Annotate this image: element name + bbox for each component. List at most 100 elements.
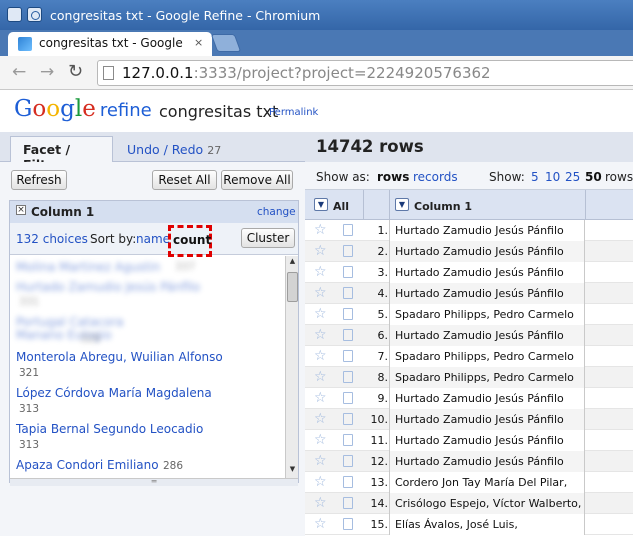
facet-choice[interactable]: Hurtado Zamudio Jesús Pánfilo [16,280,200,294]
flag-icon[interactable] [343,413,353,425]
flag-icon[interactable] [343,371,353,383]
column1-cell[interactable]: Cordero Jon Tay María Del Pilar, [389,472,585,493]
column1-cell[interactable]: Hurtado Zamudio Jesús Pánfilo [389,388,585,409]
window-menu-icon[interactable] [7,7,22,22]
facet-choices-count[interactable]: 132 choices [16,232,88,246]
star-icon[interactable]: ☆ [314,348,327,364]
facet-choice[interactable]: Apaza Condori Emiliano [16,458,159,472]
flag-icon[interactable] [343,245,353,257]
scroll-down-arrow-icon[interactable]: ▼ [287,465,298,477]
column1-cell[interactable]: Hurtado Zamudio Jesús Pánfilo [389,262,585,283]
star-icon[interactable]: ☆ [314,222,327,238]
column1-cell[interactable]: Hurtado Zamudio Jesús Pánfilo [389,325,585,346]
facet-resize-grip[interactable]: ═ [10,478,298,486]
flag-icon[interactable] [343,224,353,236]
table-row[interactable]: ☆ 12. Hurtado Zamudio Jesús Pánfilo [305,451,633,472]
table-row[interactable]: ☆ 15. Elías Ávalos, José Luis, [305,514,633,535]
table-row[interactable]: ☆ 8. Spadaro Philipps, Pedro Carmelo [305,367,633,388]
flag-icon[interactable] [343,455,353,467]
table-row[interactable]: ☆ 6. Hurtado Zamudio Jesús Pánfilo [305,325,633,346]
page-size-25[interactable]: 25 [565,170,580,184]
table-row[interactable]: ☆ 1. Hurtado Zamudio Jesús Pánfilo [305,220,633,241]
column1-cell[interactable]: Hurtado Zamudio Jesús Pánfilo [389,409,585,430]
address-url[interactable]: 127.0.0.1:3333/project?project=222492057… [122,64,491,82]
flag-icon[interactable] [343,350,353,362]
star-icon[interactable]: ☆ [314,285,327,301]
page-size-10[interactable]: 10 [545,170,560,184]
browser-tab[interactable]: congresitas txt - Google × [8,32,212,56]
facet-choice[interactable]: Monterola Abregu, Wuilian Alfonso [16,350,223,364]
column1-cell[interactable]: Spadaro Philipps, Pedro Carmelo [389,367,585,388]
facet-change-link[interactable]: change [257,206,296,218]
flag-icon[interactable] [343,434,353,446]
flag-icon[interactable] [343,308,353,320]
table-row[interactable]: ☆ 14. Crisólogo Espejo, Víctor Walberto, [305,493,633,514]
facet-close-icon[interactable]: × [16,205,26,215]
column1-cell[interactable]: Hurtado Zamudio Jesús Pánfilo [389,220,585,241]
facet-choice[interactable]: López Córdova María Magdalena [16,386,212,400]
sort-by-count-link[interactable]: count [168,225,212,257]
column1-cell[interactable]: Spadaro Philipps, Pedro Carmelo [389,346,585,367]
table-row[interactable]: ☆ 13. Cordero Jon Tay María Del Pilar, [305,472,633,493]
flag-icon[interactable] [343,497,353,509]
scroll-up-arrow-icon[interactable]: ▲ [287,257,298,269]
remove-all-button[interactable]: Remove All [221,170,293,190]
tab-close-icon[interactable]: × [194,36,203,49]
star-icon[interactable]: ☆ [314,411,327,427]
flag-icon[interactable] [343,518,353,530]
column1-cell[interactable]: Hurtado Zamudio Jesús Pánfilo [389,430,585,451]
table-row[interactable]: ☆ 3. Hurtado Zamudio Jesús Pánfilo [305,262,633,283]
flag-icon[interactable] [343,329,353,341]
tab-undo-redo[interactable]: Undo / Redo 27 [127,142,221,157]
flag-icon[interactable] [343,266,353,278]
star-icon[interactable]: ☆ [314,516,327,532]
star-icon[interactable]: ☆ [314,327,327,343]
sort-by-name-link[interactable]: name [136,232,170,246]
flag-icon[interactable] [343,476,353,488]
column1-cell[interactable]: Hurtado Zamudio Jesús Pánfilo [389,451,585,472]
reload-icon[interactable]: ↻ [68,63,83,81]
permalink-link[interactable]: Permalink [269,107,318,118]
facet-choice[interactable]: Molina Martinez Agustin [16,260,160,274]
star-icon[interactable]: ☆ [314,243,327,259]
column1-cell[interactable]: Spadaro Philipps, Pedro Carmelo [389,304,585,325]
refresh-button[interactable]: Refresh [11,170,67,190]
table-row[interactable]: ☆ 11. Hurtado Zamudio Jesús Pánfilo [305,430,633,451]
table-row[interactable]: ☆ 5. Spadaro Philipps, Pedro Carmelo [305,304,633,325]
page-size-5[interactable]: 5 [531,170,539,184]
cluster-button[interactable]: Cluster [241,228,295,248]
forward-arrow-icon[interactable]: → [40,63,54,81]
table-row[interactable]: ☆ 10. Hurtado Zamudio Jesús Pánfilo [305,409,633,430]
project-name[interactable]: congresitas txt [159,102,278,121]
flag-icon[interactable] [343,287,353,299]
all-dropdown-icon[interactable]: ▼ [314,198,328,211]
scrollbar-thumb[interactable] [287,272,298,302]
new-tab-button[interactable] [210,34,242,52]
star-icon[interactable]: ☆ [314,474,327,490]
column1-cell[interactable]: Hurtado Zamudio Jesús Pánfilo [389,283,585,304]
show-as-records-link[interactable]: records [413,170,458,184]
address-bar[interactable]: 127.0.0.1:3333/project?project=222492057… [97,60,633,86]
back-arrow-icon[interactable]: ← [12,63,26,81]
star-icon[interactable]: ☆ [314,432,327,448]
page-size-50[interactable]: 50 [585,170,602,184]
tab-facet-filter[interactable]: Facet / Filter [10,136,113,172]
flag-icon[interactable] [343,392,353,404]
star-icon[interactable]: ☆ [314,390,327,406]
star-icon[interactable]: ☆ [314,306,327,322]
table-row[interactable]: ☆ 9. Hurtado Zamudio Jesús Pánfilo [305,388,633,409]
star-icon[interactable]: ☆ [314,453,327,469]
table-row[interactable]: ☆ 7. Spadaro Philipps, Pedro Carmelo [305,346,633,367]
column1-dropdown-icon[interactable]: ▼ [395,198,409,211]
google-refine-logo[interactable]: Google refine [14,96,152,122]
table-row[interactable]: ☆ 2. Hurtado Zamudio Jesús Pánfilo [305,241,633,262]
star-icon[interactable]: ☆ [314,264,327,280]
reset-all-button[interactable]: Reset All [152,170,217,190]
column1-cell[interactable]: Hurtado Zamudio Jesús Pánfilo [389,241,585,262]
facet-scrollbar[interactable]: ▲ ▼ [285,256,298,478]
show-as-rows[interactable]: rows [377,170,409,184]
star-icon[interactable]: ☆ [314,369,327,385]
column1-cell[interactable]: Elías Ávalos, José Luis, [389,514,585,535]
star-icon[interactable]: ☆ [314,495,327,511]
table-row[interactable]: ☆ 4. Hurtado Zamudio Jesús Pánfilo [305,283,633,304]
